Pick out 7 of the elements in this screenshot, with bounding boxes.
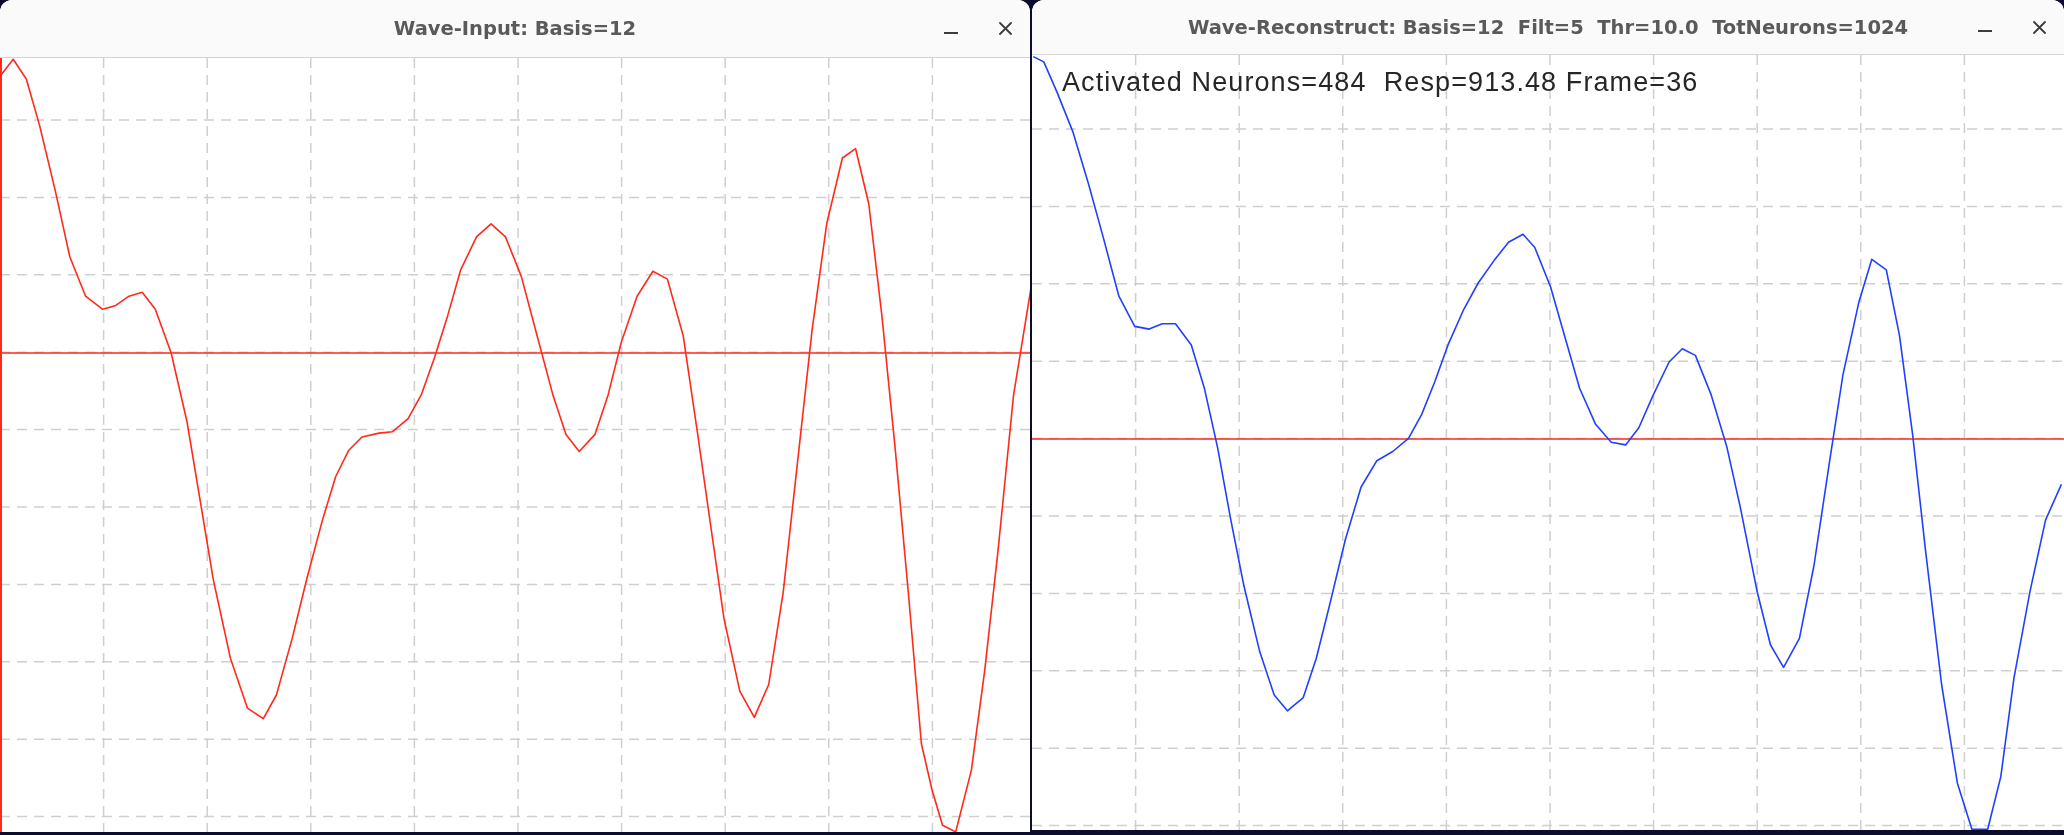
stats-text: Activated Neurons=484 Resp=913.48 Frame=36 (1062, 67, 1699, 98)
minimize-icon (1978, 30, 1992, 32)
minimize-icon (944, 31, 958, 34)
close-icon (2032, 20, 2046, 34)
window-title: Wave-Reconstruct: Basis=12 Filt=5 Thr=10.0 TotNeurons=1024 (1187, 15, 1909, 39)
window-title: Wave-Input: Basis=12 (393, 17, 637, 40)
close-icon (998, 22, 1012, 35)
